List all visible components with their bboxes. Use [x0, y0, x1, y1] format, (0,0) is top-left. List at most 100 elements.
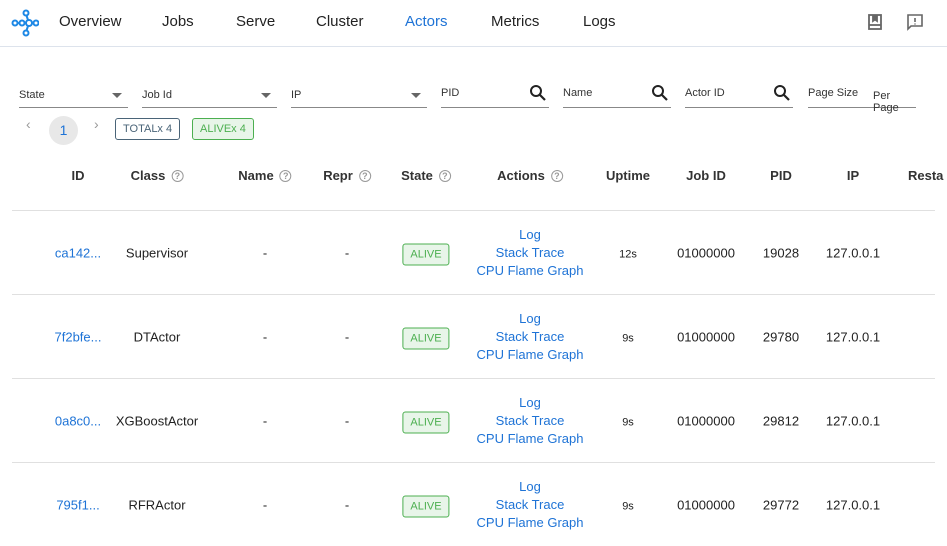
name-input[interactable]: Name: [563, 82, 671, 108]
actions-cell: Log Stack Trace CPU Flame Graph: [477, 310, 584, 364]
column-header-class[interactable]: Class?: [131, 168, 184, 183]
nav-cluster[interactable]: Cluster: [316, 13, 364, 30]
uptime-value: 9s: [622, 332, 634, 344]
state-cell: ALIVE: [402, 411, 450, 433]
stack-trace-link[interactable]: Stack Trace: [477, 244, 584, 262]
search-icon[interactable]: [651, 84, 669, 102]
column-label: Class: [130, 168, 166, 183]
nav-overview[interactable]: Overview: [59, 13, 122, 30]
actor-id-link[interactable]: ca142...: [55, 245, 101, 260]
help-icon[interactable]: ?: [438, 169, 451, 182]
table-row: ca142... Supervisor - - ALIVE Log Stack Trace C…: [12, 210, 935, 294]
actor-id-link[interactable]: 795f1...: [56, 497, 99, 512]
column-label: Actions: [497, 168, 545, 183]
uptime-cell: 12s: [619, 245, 637, 260]
ip-value: 127.0.0.1: [825, 497, 881, 512]
cpu-flame-graph-link[interactable]: CPU Flame Graph: [477, 514, 584, 532]
nav-jobs[interactable]: Jobs: [162, 13, 194, 30]
id-cell: 7f2bfe...: [55, 329, 102, 344]
uptime-cell: 9s: [622, 329, 634, 344]
column-header-id[interactable]: ID: [72, 168, 85, 183]
search-icon[interactable]: [773, 84, 791, 102]
job-id-value: 01000000: [677, 497, 735, 512]
stack-trace-link[interactable]: Stack Trace: [477, 412, 584, 430]
help-icon[interactable]: ?: [550, 169, 563, 182]
name-cell: -: [263, 329, 267, 344]
stack-trace-link[interactable]: Stack Trace: [477, 328, 584, 346]
log-link[interactable]: Log: [477, 394, 584, 412]
ip-filter[interactable]: IP: [291, 84, 427, 108]
column-header-uptime[interactable]: Uptime: [606, 168, 650, 183]
docs-book-icon[interactable]: [867, 13, 883, 31]
class-cell: DTActor: [134, 329, 181, 344]
repr-value: -: [344, 329, 350, 344]
prev-page-button[interactable]: ‹: [26, 116, 31, 132]
column-header-repr[interactable]: Repr?: [323, 168, 371, 183]
cpu-flame-graph-link[interactable]: CPU Flame Graph: [477, 430, 584, 448]
pid-value: 29812: [762, 413, 800, 428]
nav-logs[interactable]: Logs: [583, 13, 616, 30]
name-value: -: [262, 245, 268, 260]
column-header-pid[interactable]: PID: [770, 168, 792, 183]
column-label: Repr: [323, 168, 353, 183]
help-icon[interactable]: ?: [279, 169, 292, 182]
class-cell: RFRActor: [128, 497, 185, 512]
total-chip[interactable]: TOTALx 4: [115, 118, 181, 140]
status-badge: ALIVE: [402, 411, 450, 433]
ip-label: IP: [291, 89, 302, 101]
help-icon[interactable]: ?: [358, 169, 371, 182]
log-link[interactable]: Log: [477, 310, 584, 328]
log-link[interactable]: Log: [477, 478, 584, 496]
stack-trace-link[interactable]: Stack Trace: [477, 496, 584, 514]
column-label: Job ID: [686, 168, 726, 183]
column-header-name[interactable]: Name?: [238, 168, 292, 183]
state-filter[interactable]: State: [19, 84, 128, 108]
column-label: Resta: [908, 168, 944, 183]
column-header-ip[interactable]: IP: [847, 168, 859, 183]
feedback-icon[interactable]: [906, 13, 924, 31]
column-header-state[interactable]: State?: [401, 168, 451, 183]
id-cell: 795f1...: [56, 497, 99, 512]
page-size-input[interactable]: Page Size Per Page: [808, 82, 916, 114]
ip-cell: 127.0.0.1: [826, 413, 880, 428]
column-header-resta[interactable]: Resta: [908, 168, 943, 183]
class-value: XGBoostActor: [115, 413, 199, 428]
next-page-button[interactable]: ›: [94, 116, 99, 132]
actor-id-input[interactable]: Actor ID: [685, 82, 793, 108]
uptime-cell: 9s: [622, 497, 634, 512]
cpu-flame-graph-link[interactable]: CPU Flame Graph: [477, 262, 584, 280]
column-label: ID: [71, 168, 85, 183]
id-cell: 0a8c0...: [55, 413, 101, 428]
actions-cell: Log Stack Trace CPU Flame Graph: [477, 394, 584, 448]
class-value: Supervisor: [125, 245, 189, 260]
ip-cell: 127.0.0.1: [826, 329, 880, 344]
job-id-cell: 01000000: [677, 245, 735, 260]
actions-cell: Log Stack Trace CPU Flame Graph: [477, 226, 584, 280]
pid-value: 29772: [762, 497, 800, 512]
cpu-flame-graph-link[interactable]: CPU Flame Graph: [477, 346, 584, 364]
state-cell: ALIVE: [402, 495, 450, 517]
log-link[interactable]: Log: [477, 226, 584, 244]
actor-id-link[interactable]: 0a8c0...: [55, 413, 101, 428]
name-value: -: [262, 329, 268, 344]
search-icon[interactable]: [529, 84, 547, 102]
actor-id-link[interactable]: 7f2bfe...: [55, 329, 102, 344]
alive-chip[interactable]: ALIVEx 4: [192, 118, 254, 140]
pid-input[interactable]: PID: [441, 82, 549, 108]
page-1-button[interactable]: 1: [49, 116, 78, 145]
help-icon[interactable]: ?: [171, 169, 184, 182]
pid-cell: 19028: [763, 245, 799, 260]
class-cell: Supervisor: [126, 245, 188, 260]
nav-metrics[interactable]: Metrics: [491, 13, 539, 30]
job-id-cell: 01000000: [677, 497, 735, 512]
ray-logo-icon[interactable]: [11, 9, 39, 37]
page-size-label: Page Size: [808, 87, 859, 99]
pid-label: PID: [441, 87, 460, 99]
job-id-filter[interactable]: Job Id: [142, 84, 277, 108]
nav-serve[interactable]: Serve: [236, 13, 275, 30]
column-header-actions[interactable]: Actions?: [497, 168, 563, 183]
nav-actors[interactable]: Actors: [405, 13, 448, 30]
id-cell: ca142...: [55, 245, 101, 260]
column-header-job-id[interactable]: Job ID: [686, 168, 726, 183]
column-label: IP: [846, 168, 860, 183]
